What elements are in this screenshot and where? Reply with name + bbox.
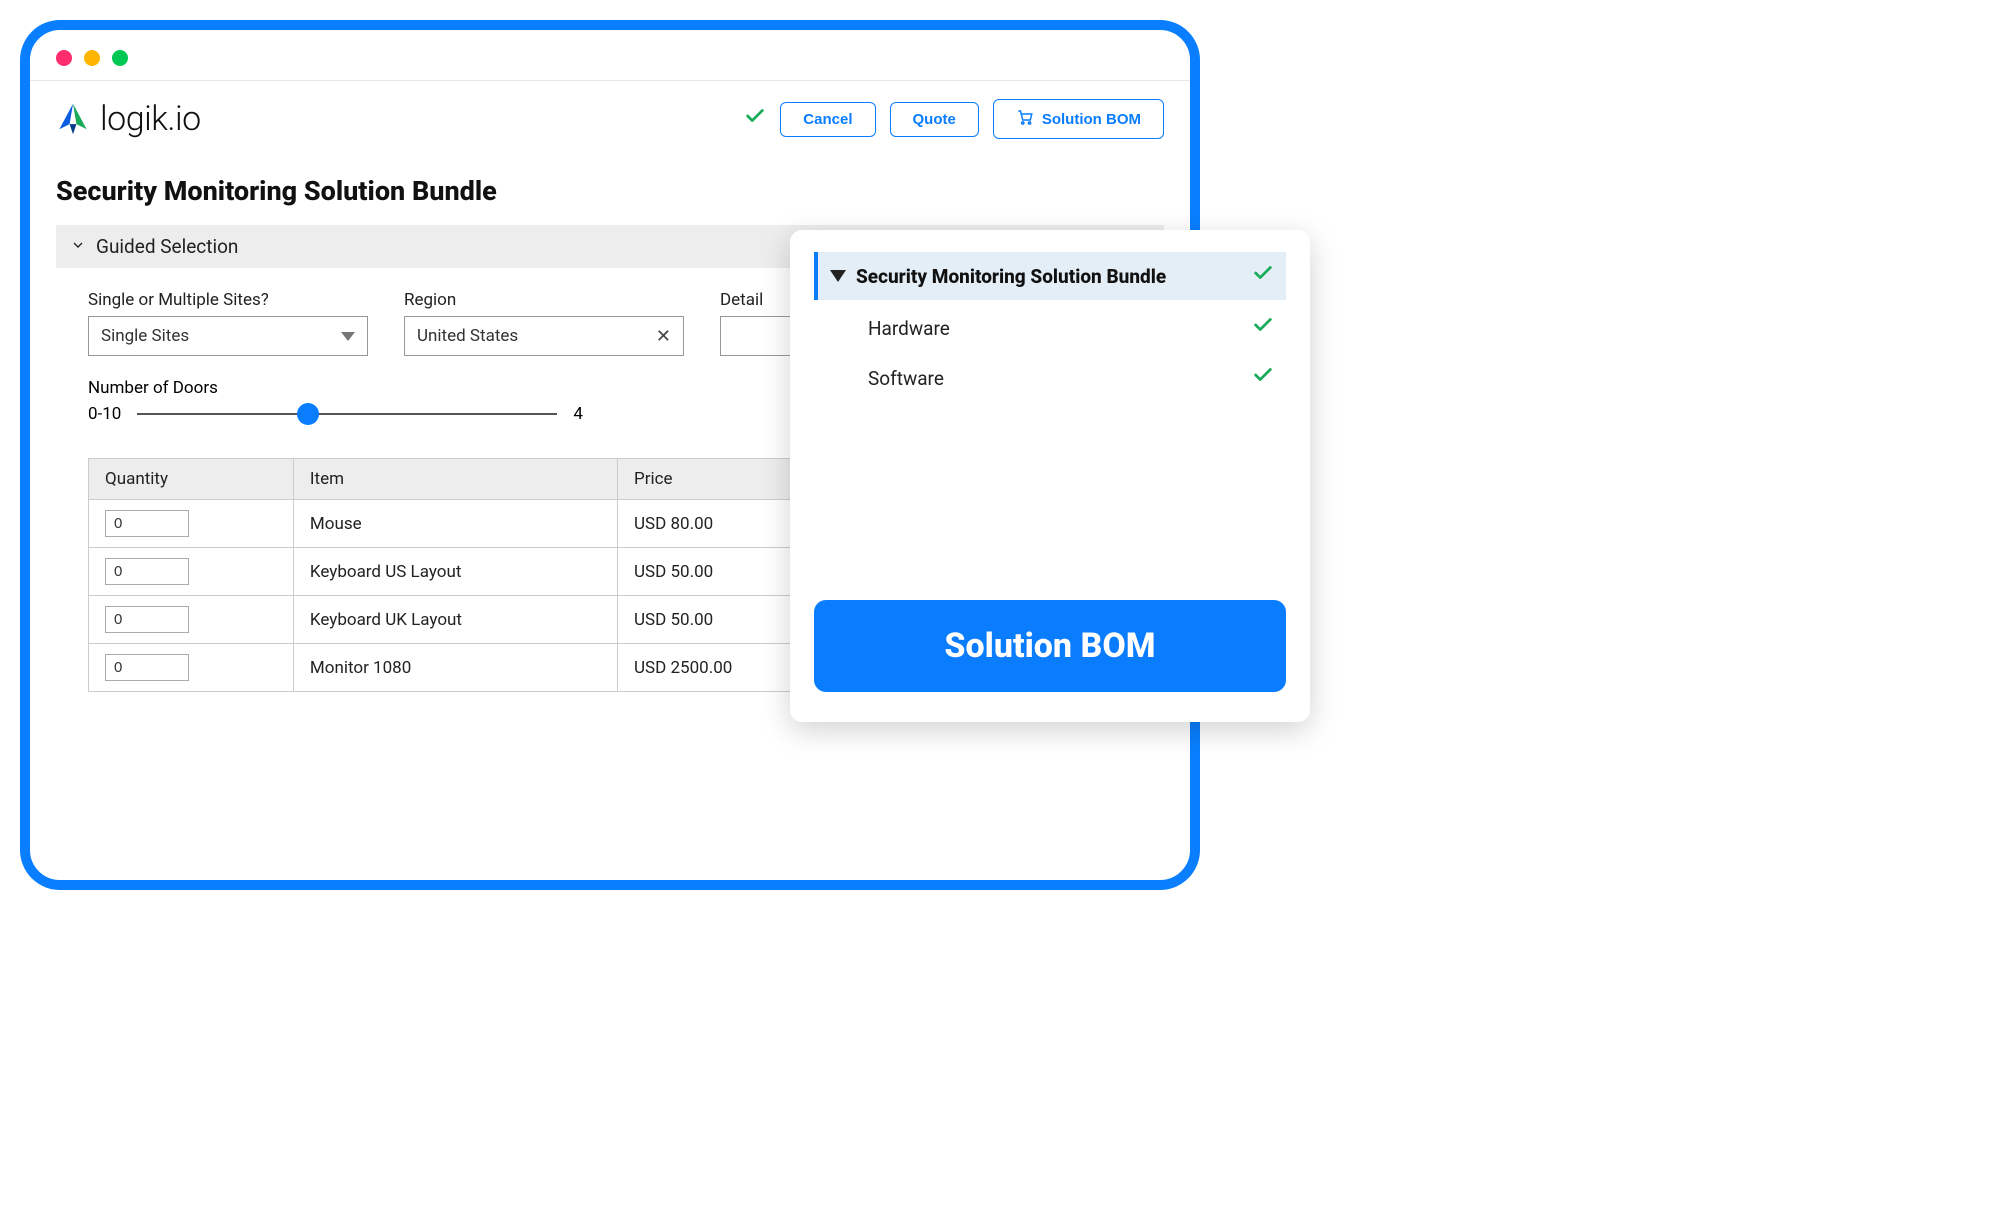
chevron-down-icon (70, 235, 86, 258)
qty-input[interactable] (105, 510, 189, 537)
app-window: logik.io Cancel Quote Solution BOM Secur… (20, 20, 1200, 890)
items-table: Quantity Item Price MouseUSD 80.00Keyboa… (88, 458, 848, 692)
detail-label: Detail (720, 290, 800, 310)
bom-item-label: Hardware (868, 317, 950, 340)
solution-bom-cta[interactable]: Solution BOM (814, 600, 1286, 692)
logo-arrow-icon (56, 102, 90, 136)
sites-select[interactable]: Single Sites (88, 316, 368, 356)
header-actions: Cancel Quote Solution BOM (744, 99, 1164, 139)
table-row: Keyboard UK LayoutUSD 50.00 (89, 596, 848, 644)
bom-item-label: Software (868, 367, 944, 390)
detail-input[interactable] (720, 316, 800, 356)
doors-range: 0-10 (88, 404, 121, 424)
sites-label: Single or Multiple Sites? (88, 290, 368, 310)
check-icon (1252, 364, 1274, 392)
item-cell: Keyboard UK Layout (293, 596, 617, 644)
minimize-dot[interactable] (84, 50, 100, 66)
bom-title: Security Monitoring Solution Bundle (856, 265, 1242, 288)
bom-item[interactable]: Hardware (814, 300, 1286, 350)
col-qty: Quantity (89, 459, 294, 500)
cart-icon (1016, 108, 1034, 130)
triangle-down-icon (830, 270, 846, 282)
window-chrome (30, 30, 1190, 81)
bom-panel: Security Monitoring Solution Bundle Hard… (790, 230, 1310, 722)
qty-input[interactable] (105, 558, 189, 585)
close-dot[interactable] (56, 50, 72, 66)
check-icon (1252, 314, 1274, 342)
table-row: Monitor 1080USD 2500.00 (89, 644, 848, 692)
cancel-button[interactable]: Cancel (780, 102, 875, 137)
doors-value: 4 (573, 404, 583, 424)
table-row: MouseUSD 80.00 (89, 500, 848, 548)
slider-thumb[interactable] (297, 403, 319, 425)
region-label: Region (404, 290, 684, 310)
table-row: Keyboard US LayoutUSD 50.00 (89, 548, 848, 596)
sites-field: Single or Multiple Sites? Single Sites (88, 290, 368, 356)
bom-item[interactable]: Software (814, 350, 1286, 400)
brand-logo: logik.io (56, 99, 724, 139)
section-label: Guided Selection (96, 235, 238, 258)
item-cell: Mouse (293, 500, 617, 548)
qty-input[interactable] (105, 606, 189, 633)
region-field: Region United States ✕ (404, 290, 684, 356)
item-cell: Keyboard US Layout (293, 548, 617, 596)
doors-slider[interactable] (137, 413, 557, 415)
clear-icon[interactable]: ✕ (656, 326, 671, 347)
bom-header[interactable]: Security Monitoring Solution Bundle (814, 252, 1286, 300)
qty-input[interactable] (105, 654, 189, 681)
detail-field: Detail (720, 290, 800, 356)
region-input[interactable]: United States ✕ (404, 316, 684, 356)
maximize-dot[interactable] (112, 50, 128, 66)
brand-name: logik.io (100, 99, 201, 139)
app-header: logik.io Cancel Quote Solution BOM (30, 81, 1190, 151)
item-cell: Monitor 1080 (293, 644, 617, 692)
check-icon (744, 105, 766, 133)
page-title: Security Monitoring Solution Bundle (30, 151, 1190, 225)
check-icon (1252, 262, 1274, 290)
solution-bom-button[interactable]: Solution BOM (993, 99, 1164, 139)
col-item: Item (293, 459, 617, 500)
quote-button[interactable]: Quote (890, 102, 979, 137)
caret-down-icon (341, 332, 355, 341)
